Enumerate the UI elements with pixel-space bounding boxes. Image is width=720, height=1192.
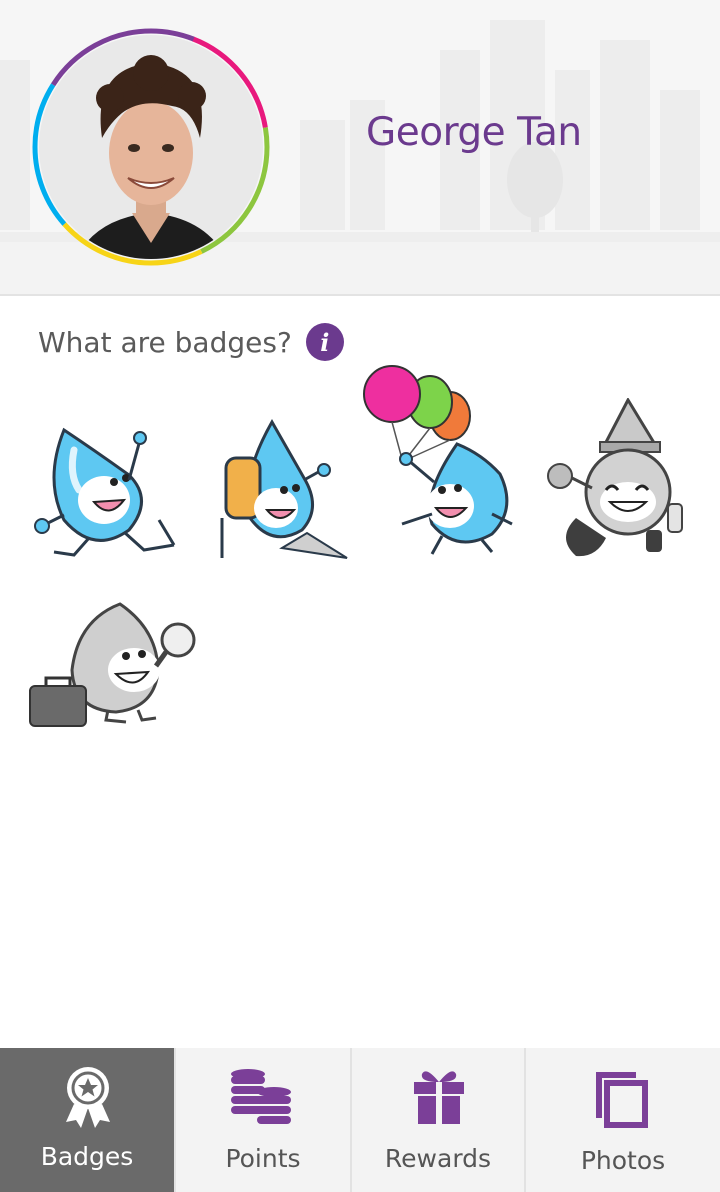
info-icon[interactable]: i: [305, 323, 344, 361]
hiker-droplet-badge[interactable]: [212, 418, 352, 562]
tab-rewards[interactable]: Rewards: [352, 1048, 526, 1192]
profile-name: George Tan: [366, 110, 582, 155]
tab-label: Points: [225, 1144, 301, 1173]
coin-stack-icon: [231, 1069, 291, 1124]
tab-label: Rewards: [384, 1144, 492, 1173]
profile-header: George Tan: [0, 0, 720, 296]
gift-icon: [414, 1071, 464, 1124]
running-droplet-badge[interactable]: [34, 420, 182, 562]
tab-points[interactable]: Points: [176, 1048, 352, 1192]
explorer-droplet-badge[interactable]: [28, 600, 200, 732]
photos-icon: [596, 1072, 648, 1128]
ribbon-badge-icon: [66, 1067, 110, 1128]
tab-label: Badges: [40, 1142, 134, 1171]
badges-header: What are badges? i: [38, 322, 344, 362]
badges-title: What are badges?: [38, 325, 292, 359]
party-droplet-badge[interactable]: [546, 398, 692, 562]
tab-badges[interactable]: Badges: [0, 1048, 176, 1192]
tab-label: Photos: [580, 1146, 666, 1175]
tab-photos[interactable]: Photos: [526, 1048, 720, 1192]
balloon-droplet-badge[interactable]: [362, 364, 520, 560]
bottom-tab-bar: Badges Points Rewards Photos: [0, 1048, 720, 1192]
avatar[interactable]: [32, 28, 270, 266]
